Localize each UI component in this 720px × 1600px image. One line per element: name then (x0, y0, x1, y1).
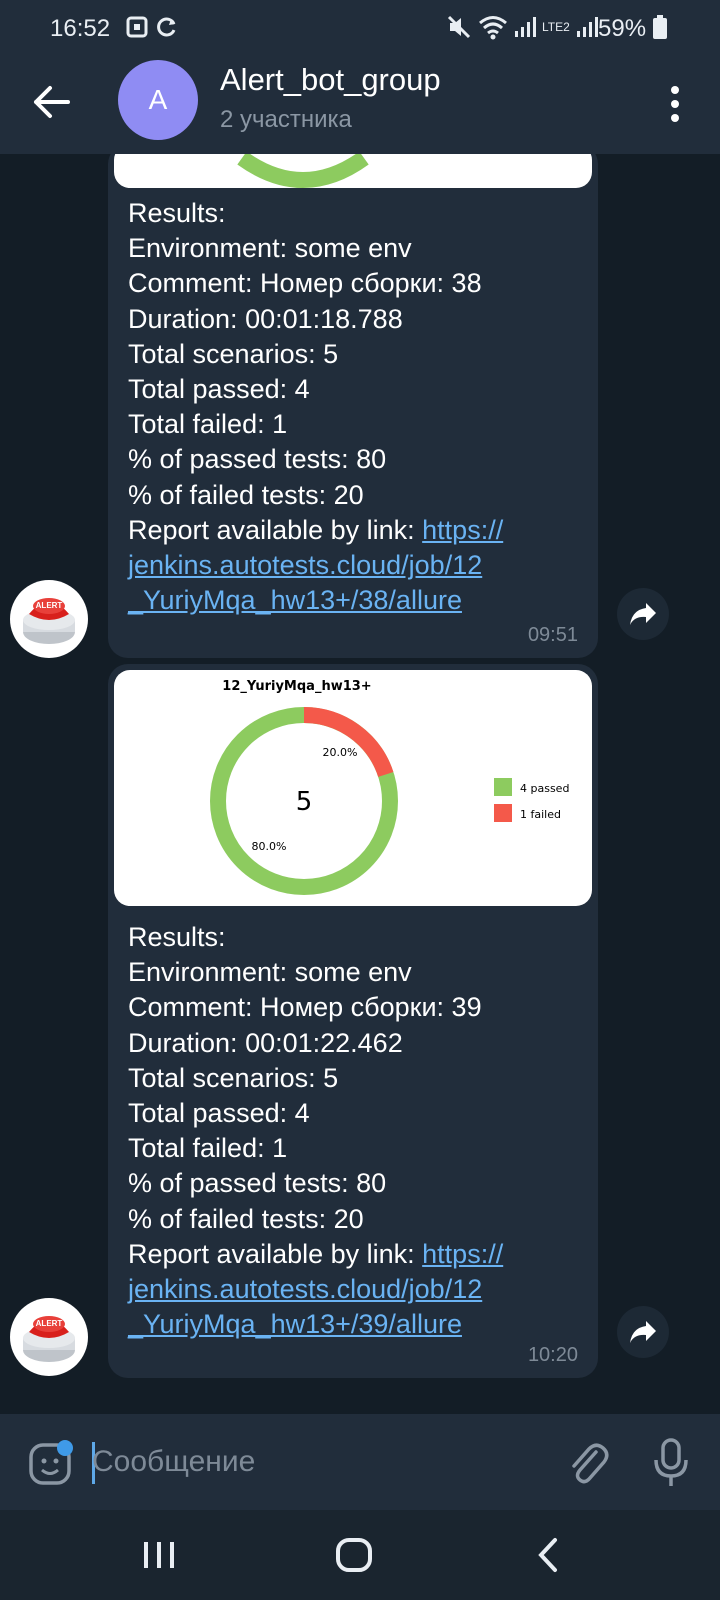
message-line-2: Comment: Номер сборки: 38 (128, 268, 482, 299)
report-link-cont[interactable]: jenkins.autotests.cloud/job/12 (128, 1274, 482, 1304)
message-bubble[interactable]: 12_YuriyMqa_hw13+ 20.0% 5 80.0% 4 passed… (108, 664, 598, 1378)
message-line-4: Total scenarios: 5 (128, 1062, 339, 1093)
pct-failed-label: 20.0% (323, 746, 358, 759)
back-arrow-icon[interactable] (30, 80, 74, 124)
wifi-icon (479, 16, 507, 40)
report-link-cont[interactable]: _YuriyMqa_hw13+/38/allure (128, 585, 462, 615)
chat-header: A Alert_bot_group 2 участника (0, 56, 720, 154)
chart-image[interactable]: 12_YuriyMqa_hw13+ 20.0% 5 80.0% 4 passed… (114, 670, 592, 906)
legend-passed: 4 passed (520, 782, 569, 795)
signal-icon-2 (576, 17, 598, 37)
status-bar: 16:52 LTE2 59% (0, 0, 720, 56)
message-line-6: Total failed: 1 (128, 1133, 288, 1164)
message-line-7: % of passed tests: 80 (128, 444, 387, 475)
chat-subtitle: 2 участника (220, 106, 352, 133)
network-label: LTE2 (542, 20, 570, 34)
message-time: 10:20 (527, 1344, 578, 1366)
message-line-5: Total passed: 4 (128, 374, 310, 405)
chat-title[interactable]: Alert_bot_group (220, 62, 441, 98)
message-line-8: % of failed tests: 20 (128, 1203, 364, 1234)
chart-image-cropped[interactable] (114, 154, 592, 188)
mute-icon (447, 15, 471, 39)
bot-avatar[interactable]: ALERT (10, 1298, 88, 1376)
battery-icon (652, 15, 667, 39)
donut-chart-partial (237, 154, 369, 188)
more-vert-icon[interactable] (660, 82, 690, 126)
message-link-line: Report available by link: https:// (128, 514, 504, 545)
center-value: 5 (296, 787, 313, 817)
message-line-8: % of failed tests: 20 (128, 479, 364, 510)
message-text: Results: Environment: some env Comment: … (128, 920, 503, 1342)
system-nav-bar (0, 1510, 720, 1600)
legend-failed: 1 failed (520, 808, 561, 821)
message-line-4: Total scenarios: 5 (128, 338, 339, 369)
forward-arrow-icon (630, 603, 656, 625)
message-time: 09:51 (527, 624, 578, 646)
message-line-1: Environment: some env (128, 233, 412, 264)
message-line-3: Duration: 00:01:22.462 (128, 1027, 403, 1058)
message-line-6: Total failed: 1 (128, 409, 288, 440)
legend-swatch-failed (494, 804, 512, 822)
legend-swatch-passed (494, 778, 512, 796)
message-line-7: % of passed tests: 80 (128, 1168, 387, 1199)
back-nav-icon[interactable] (527, 1532, 573, 1578)
forward-button[interactable] (617, 1306, 669, 1358)
message-text: Results: Environment: some env Comment: … (128, 196, 503, 618)
sync-icon (157, 17, 176, 37)
battery-percent: 59% (598, 15, 647, 42)
emoji-icon[interactable] (28, 1440, 74, 1486)
message-line-2: Comment: Номер сборки: 39 (128, 992, 482, 1023)
status-time: 16:52 (50, 15, 111, 42)
report-link-cont[interactable]: _YuriyMqa_hw13+/39/allure (128, 1309, 462, 1339)
message-line-1: Environment: some env (128, 957, 412, 988)
message-composer (0, 1414, 720, 1510)
donut-slice-failed (303, 707, 394, 778)
chart-title: 12_YuriyMqa_hw13+ (222, 679, 371, 694)
attach-icon[interactable] (566, 1440, 610, 1486)
screenshot-icon (126, 16, 148, 38)
report-link[interactable]: https:// (422, 515, 503, 545)
donut-chart: 12_YuriyMqa_hw13+ 20.0% 5 80.0% 4 passed… (210, 679, 569, 895)
alert-badge-text: ALERT (36, 601, 63, 610)
pct-passed-label: 80.0% (252, 840, 287, 853)
signal-icon (515, 17, 536, 37)
message-line-0: Results: (128, 198, 226, 228)
alert-badge-text: ALERT (36, 1319, 63, 1328)
bot-avatar[interactable]: ALERT (10, 580, 88, 658)
forward-button[interactable] (617, 588, 669, 640)
recent-apps-icon[interactable] (136, 1532, 182, 1578)
message-link-line: Report available by link: https:// (128, 1238, 504, 1269)
alert-button-icon: ALERT (23, 1316, 75, 1362)
message-line-0: Results: (128, 922, 226, 952)
group-avatar[interactable]: A (118, 60, 198, 140)
message-line-3: Duration: 00:01:18.788 (128, 303, 403, 334)
microphone-icon[interactable] (652, 1438, 690, 1488)
message-line-5: Total passed: 4 (128, 1098, 310, 1129)
message-input[interactable] (92, 1438, 512, 1486)
alert-button-icon: ALERT (23, 598, 75, 644)
chat-area[interactable]: Results: Environment: some env Comment: … (0, 154, 720, 1414)
forward-arrow-icon (630, 1321, 656, 1343)
home-icon[interactable] (331, 1532, 377, 1578)
avatar-letter: A (148, 84, 168, 115)
report-link[interactable]: https:// (422, 1239, 503, 1269)
report-link-cont[interactable]: jenkins.autotests.cloud/job/12 (128, 550, 482, 580)
message-bubble[interactable]: Results: Environment: some env Comment: … (108, 154, 598, 658)
